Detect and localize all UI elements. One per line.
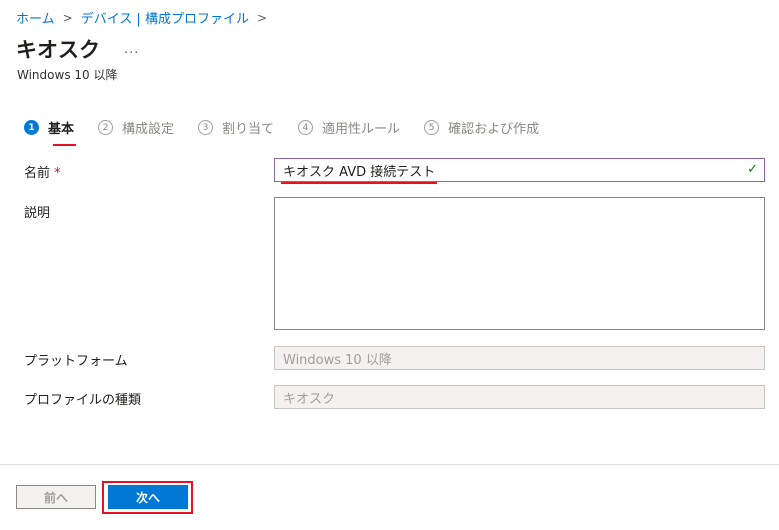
name-field-value: キオスク AVD 接続テスト (281, 161, 438, 184)
chevron-right-icon: > (62, 10, 73, 25)
title-row: キオスク ... (16, 34, 139, 64)
step-assignments[interactable]: 3 割り当て (198, 118, 274, 137)
name-value-underline (281, 181, 438, 184)
step-applicability-rules[interactable]: 4 適用性ルール (298, 118, 400, 137)
profile-type-value: キオスク (283, 391, 336, 407)
step-number-1: 1 (24, 120, 39, 135)
active-step-underline (53, 144, 77, 146)
page-title: キオスク (16, 38, 100, 62)
platform-label: プラットフォーム (24, 354, 128, 369)
breadcrumb: ホーム > デバイス | 構成プロファイル > (16, 8, 268, 28)
step-number-5: 5 (424, 120, 440, 135)
previous-button: 前へ (16, 485, 96, 509)
step-basics[interactable]: 1 基本 (24, 118, 77, 146)
description-field[interactable] (274, 197, 765, 330)
chevron-right-icon: > (256, 10, 268, 25)
step-number-2: 2 (98, 120, 114, 135)
step-label: 適用性ルール (322, 122, 401, 137)
name-label: 名前 * (24, 166, 61, 181)
checkmark-icon: ✓ (747, 162, 758, 177)
step-label: 確認および作成 (448, 122, 540, 137)
step-number-3: 3 (198, 120, 214, 135)
page-subtitle: Windows 10 以降 (17, 68, 118, 82)
more-options-button[interactable]: ... (124, 42, 139, 57)
wizard-steps: 1 基本 2 構成設定 3 割り当て 4 適用性ルール 5 確認および作成 (24, 118, 563, 146)
required-asterisk: * (54, 166, 61, 181)
next-button[interactable]: 次へ (108, 485, 188, 509)
breadcrumb-home-link[interactable]: ホーム (16, 8, 55, 27)
profile-type-field: キオスク (274, 385, 765, 409)
profile-type-label: プロファイルの種類 (24, 393, 142, 408)
description-label: 説明 (24, 206, 51, 221)
step-label: 構成設定 (122, 122, 175, 137)
platform-value: Windows 10 以降 (283, 352, 392, 368)
platform-field: Windows 10 以降 (274, 346, 765, 370)
step-review-create[interactable]: 5 確認および作成 (424, 118, 539, 137)
breadcrumb-devices-link[interactable]: デバイス | 構成プロファイル (81, 8, 249, 27)
footer-divider (0, 464, 779, 465)
name-field[interactable]: キオスク AVD 接続テスト ✓ (274, 158, 765, 184)
step-configuration-settings[interactable]: 2 構成設定 (98, 118, 174, 137)
step-label: 基本 (48, 122, 75, 137)
step-number-4: 4 (298, 120, 314, 135)
step-label: 割り当て (222, 122, 275, 137)
